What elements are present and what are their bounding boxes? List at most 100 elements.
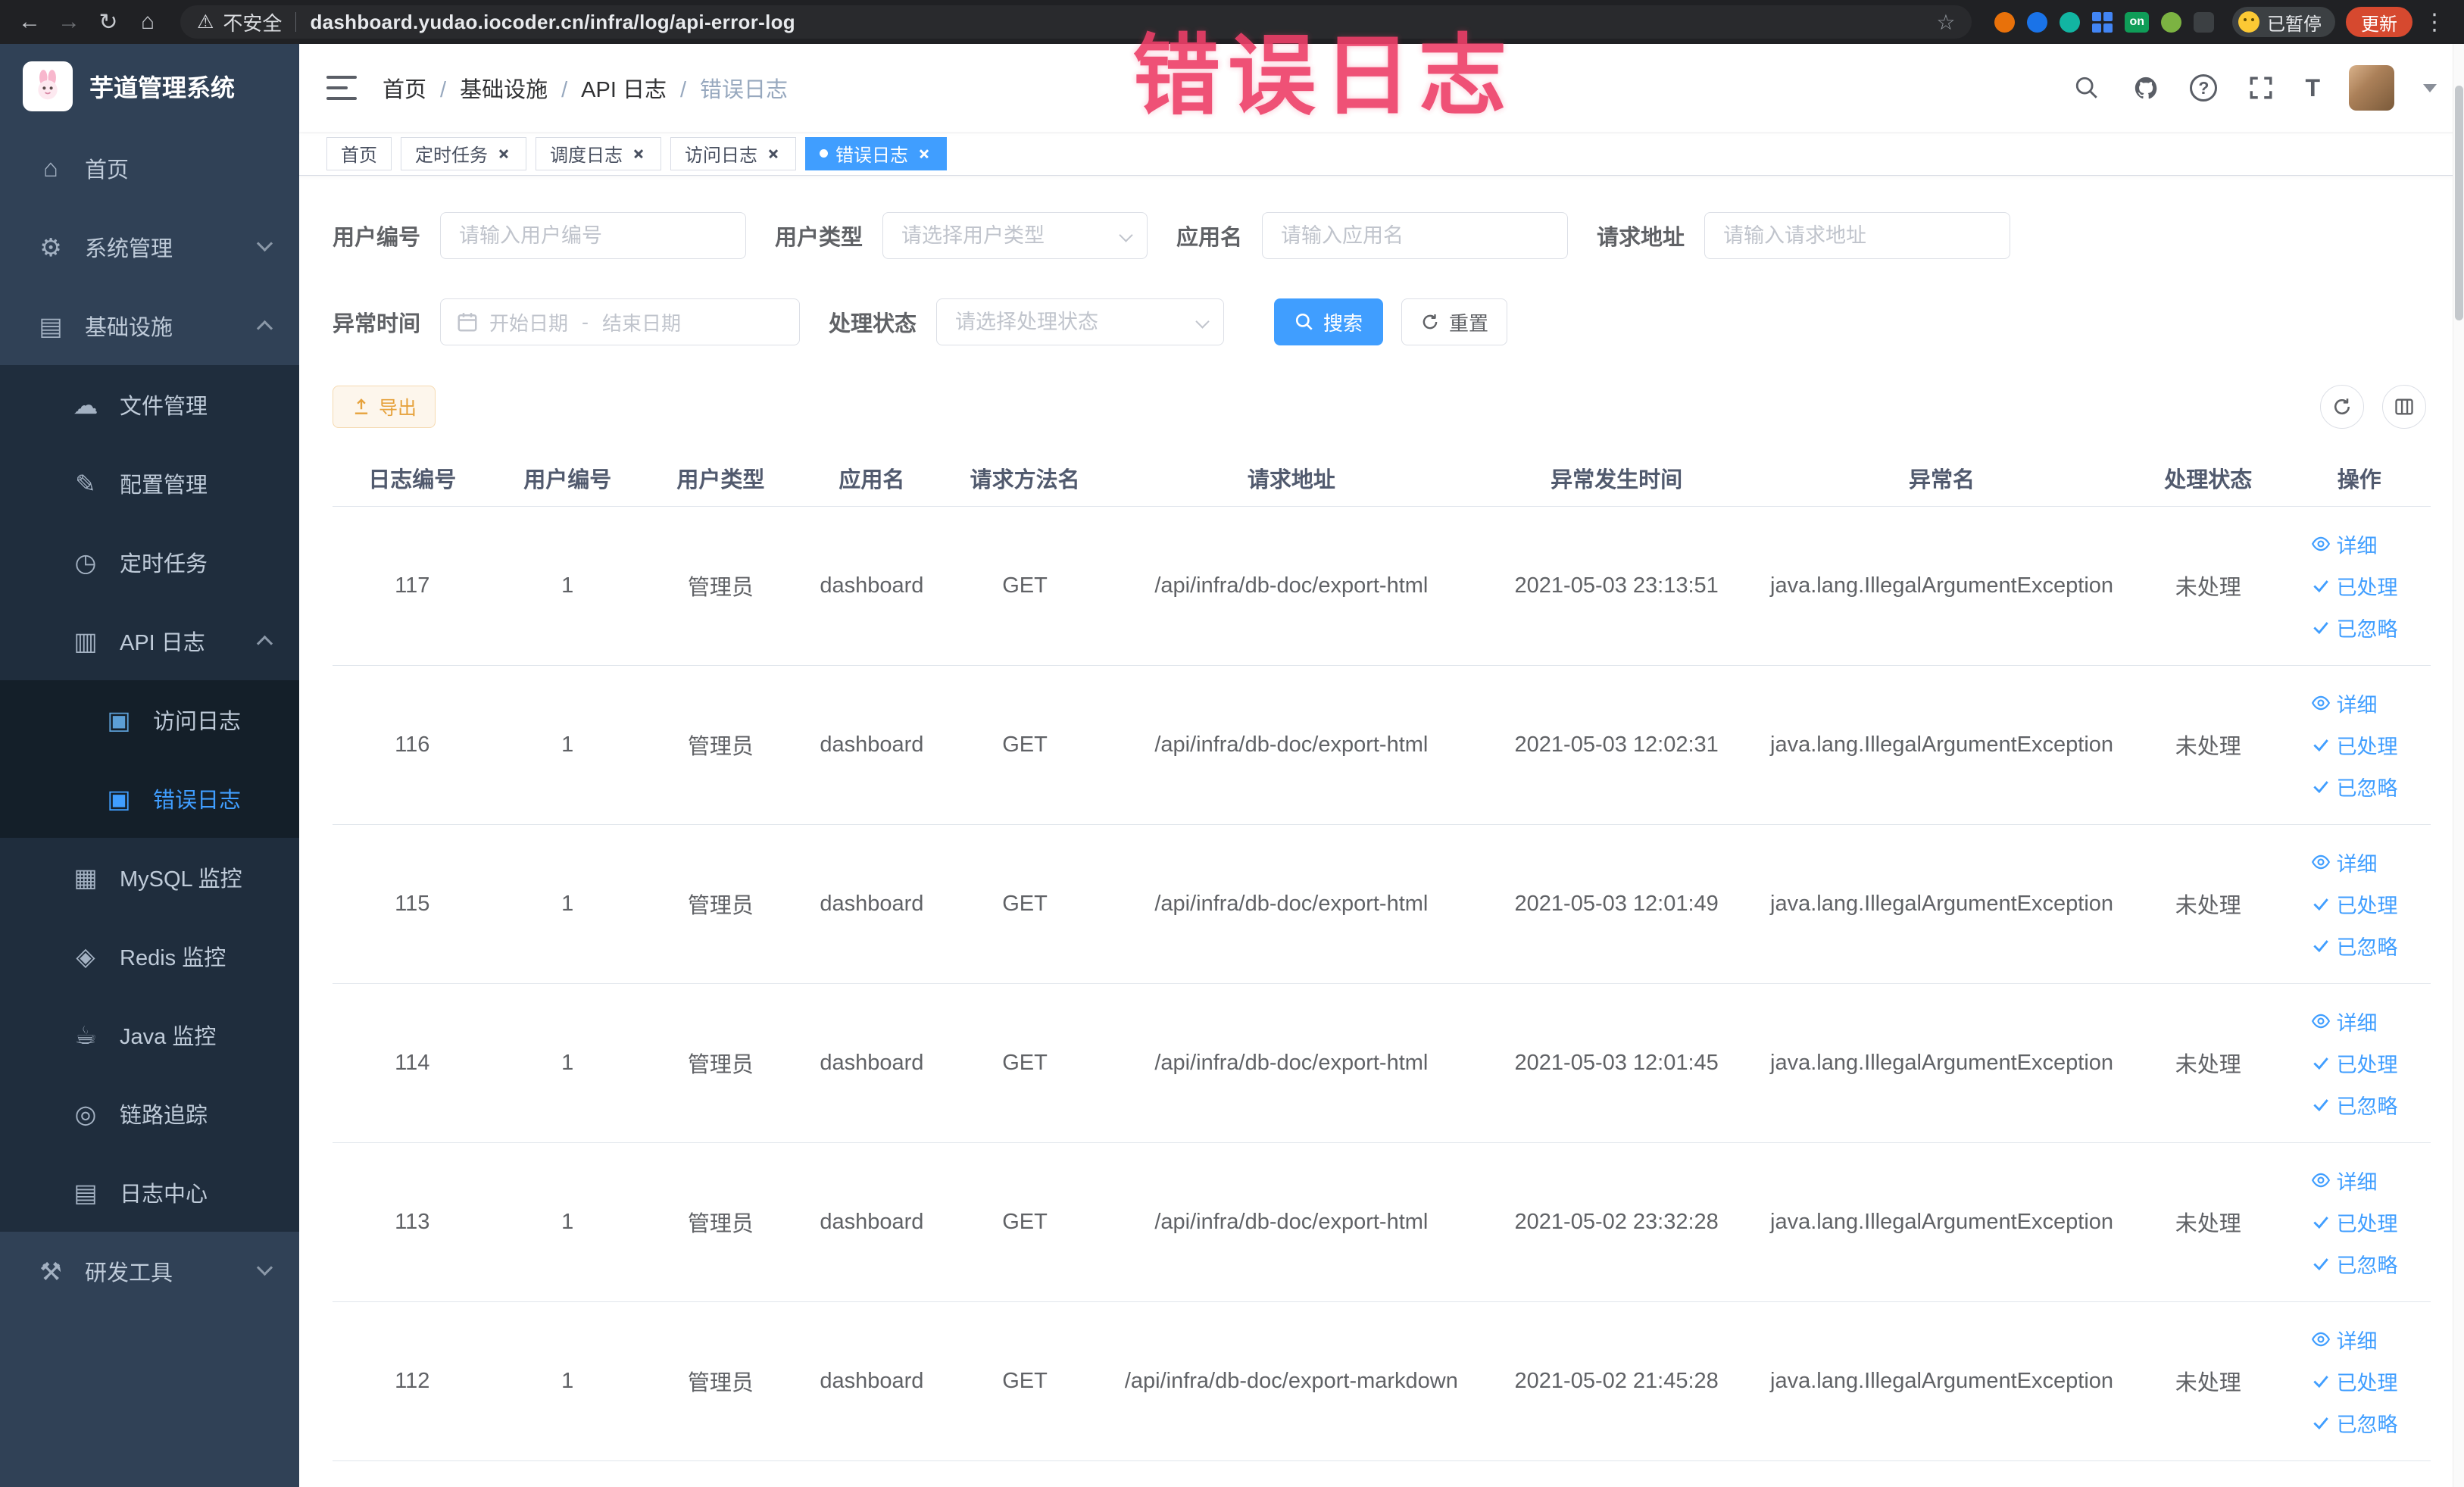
extension-puzzle-icon[interactable]	[2194, 11, 2214, 33]
search-button[interactable]: 搜索	[1274, 298, 1384, 345]
export-button[interactable]: 导出	[333, 386, 436, 428]
cell-app-name: dashboard	[798, 983, 945, 1143]
refresh-button[interactable]	[2320, 385, 2364, 429]
process-status-select[interactable]	[936, 298, 1225, 345]
user-type-select[interactable]	[882, 212, 1148, 259]
url-text[interactable]: dashboard.yudao.iocoder.cn/infra/log/api…	[310, 11, 795, 34]
user-id-input[interactable]	[440, 212, 747, 259]
mark-processed-link[interactable]: 已处理	[2311, 1367, 2398, 1396]
mark-ignored-link[interactable]: 已忽略	[2311, 1249, 2398, 1279]
sidebar-item[interactable]: ⌂ 首页	[0, 129, 299, 208]
address-bar[interactable]: ⚠ 不安全 dashboard.yudao.iocoder.cn/infra/l…	[180, 5, 1972, 39]
sidebar-item[interactable]: ▤ 基础设施	[0, 286, 299, 365]
forward-icon[interactable]: →	[52, 5, 86, 39]
github-icon[interactable]	[2131, 73, 2161, 103]
mark-ignored-link[interactable]: 已忽略	[2311, 1090, 2398, 1120]
reset-button-label: 重置	[1449, 311, 1489, 335]
fullscreen-icon[interactable]	[2246, 73, 2276, 103]
timer-icon: ◷	[74, 548, 97, 576]
tab[interactable]: 定时任务	[401, 136, 526, 170]
breadcrumb-item[interactable]: API 日志	[548, 72, 667, 104]
column-header: 日志编号	[333, 450, 492, 507]
sidebar-item[interactable]: ▦ MySQL 监控	[0, 838, 299, 917]
mark-processed-link[interactable]: 已处理	[2311, 1207, 2398, 1237]
detail-link[interactable]: 详细	[2311, 848, 2378, 877]
scrollbar[interactable]	[2453, 44, 2464, 1487]
sidebar-item[interactable]: ▣ 访问日志	[0, 680, 299, 759]
menu-kebab-icon[interactable]: ⋮	[2417, 5, 2452, 39]
reload-icon[interactable]: ↻	[91, 5, 126, 39]
mark-processed-link[interactable]: 已处理	[2311, 889, 2398, 919]
search-icon[interactable]	[2072, 73, 2102, 103]
extension-icon[interactable]	[2060, 11, 2081, 33]
extension-icon[interactable]	[2161, 11, 2181, 33]
close-icon[interactable]	[916, 145, 932, 162]
home-icon[interactable]: ⌂	[130, 5, 165, 39]
detail-link[interactable]: 详细	[2311, 1166, 2378, 1195]
hamburger-icon[interactable]	[326, 76, 357, 100]
update-button[interactable]: 更新	[2346, 7, 2412, 37]
breadcrumb-item[interactable]: 基础设施	[426, 72, 548, 104]
reset-button[interactable]: 重置	[1401, 298, 1508, 345]
error-log-table: 日志编号 用户编号 用户类型 应用名 请求方法名 请求地址 异常发生时间 异常名…	[333, 450, 2431, 1461]
breadcrumb-item[interactable]: 首页	[383, 72, 426, 104]
detail-link[interactable]: 详细	[2311, 689, 2378, 718]
browser-chrome: ← → ↻ ⌂ ⚠ 不安全 dashboard.yudao.iocoder.cn…	[0, 0, 2464, 44]
app-name-input[interactable]	[1262, 212, 1569, 259]
sidebar-item[interactable]: ☁ 文件管理	[0, 365, 299, 444]
help-icon[interactable]: ?	[2190, 74, 2218, 102]
extension-on-badge[interactable]: on	[2125, 11, 2149, 33]
profile-paused-badge[interactable]: 已暂停	[2232, 7, 2335, 37]
cell-method: GET	[945, 824, 1105, 984]
sidebar-item[interactable]: ✎ 配置管理	[0, 444, 299, 523]
sidebar-item[interactable]: ◷ 定时任务	[0, 523, 299, 601]
app-logo[interactable]: 芋道管理系统	[0, 44, 299, 129]
close-icon[interactable]	[495, 145, 512, 162]
mark-ignored-link[interactable]: 已忽略	[2311, 613, 2398, 642]
mark-ignored-link[interactable]: 已忽略	[2311, 772, 2398, 801]
tab[interactable]: 错误日志	[805, 136, 947, 170]
sidebar-item[interactable]: ☕ Java 监控	[0, 995, 299, 1074]
cell-status: 未处理	[2128, 1142, 2288, 1302]
detail-link[interactable]: 详细	[2311, 1325, 2378, 1354]
column-header: 异常名	[1755, 450, 2129, 507]
breadcrumb-item[interactable]: 错误日志	[667, 72, 788, 104]
date-range-picker[interactable]: 开始日期 - 结束日期	[440, 298, 801, 345]
sidebar-item[interactable]: ⚙ 系统管理	[0, 208, 299, 286]
mark-ignored-link[interactable]: 已忽略	[2311, 931, 2398, 961]
back-icon[interactable]: ←	[12, 5, 47, 39]
security-label[interactable]: 不安全	[223, 8, 282, 36]
request-url-input[interactable]	[1704, 212, 2011, 259]
sidebar-item[interactable]: ▣ 错误日志	[0, 759, 299, 838]
sidebar-item[interactable]: ◎ 链路追踪	[0, 1074, 299, 1153]
mark-processed-link[interactable]: 已处理	[2311, 571, 2398, 601]
detail-link[interactable]: 详细	[2311, 1007, 2378, 1036]
extension-icon[interactable]	[2027, 11, 2048, 33]
sidebar-item-label: Java 监控	[120, 1025, 217, 1049]
cell-app-name: dashboard	[798, 506, 945, 666]
sidebar-item[interactable]: ▥ API 日志	[0, 601, 299, 680]
tab[interactable]: 调度日志	[536, 136, 661, 170]
close-icon[interactable]	[765, 145, 782, 162]
user-avatar[interactable]	[2349, 65, 2394, 111]
sidebar-item[interactable]: ◈ Redis 监控	[0, 917, 299, 995]
tab[interactable]: 首页	[326, 136, 392, 170]
sidebar-item[interactable]: ⚒ 研发工具	[0, 1232, 299, 1310]
font-size-icon[interactable]: T	[2305, 74, 2320, 102]
mark-processed-link[interactable]: 已处理	[2311, 730, 2398, 760]
mark-processed-link[interactable]: 已处理	[2311, 1048, 2398, 1078]
scrollbar-thumb[interactable]	[2455, 86, 2463, 320]
bookmark-star-icon[interactable]: ☆	[1936, 10, 1955, 35]
sidebar-item[interactable]: ▤ 日志中心	[0, 1153, 299, 1232]
sidebar: 芋道管理系统 ⌂ 首页 ⚙ 系统管理 ▤ 基础设施 ☁ 文件管理 ✎ 配置管理 …	[0, 44, 299, 1487]
cell-request-url: /api/infra/db-doc/export-markdown	[1104, 1301, 1479, 1461]
extension-grid-icon[interactable]	[2092, 11, 2113, 33]
caret-down-icon[interactable]	[2423, 83, 2437, 92]
mark-ignored-link[interactable]: 已忽略	[2311, 1408, 2398, 1438]
column-header: 用户编号	[492, 450, 643, 507]
tab[interactable]: 访问日志	[670, 136, 796, 170]
detail-link[interactable]: 详细	[2311, 530, 2378, 559]
column-settings-button[interactable]	[2382, 385, 2426, 429]
extension-icon[interactable]	[1994, 11, 2016, 33]
close-icon[interactable]	[630, 145, 647, 162]
